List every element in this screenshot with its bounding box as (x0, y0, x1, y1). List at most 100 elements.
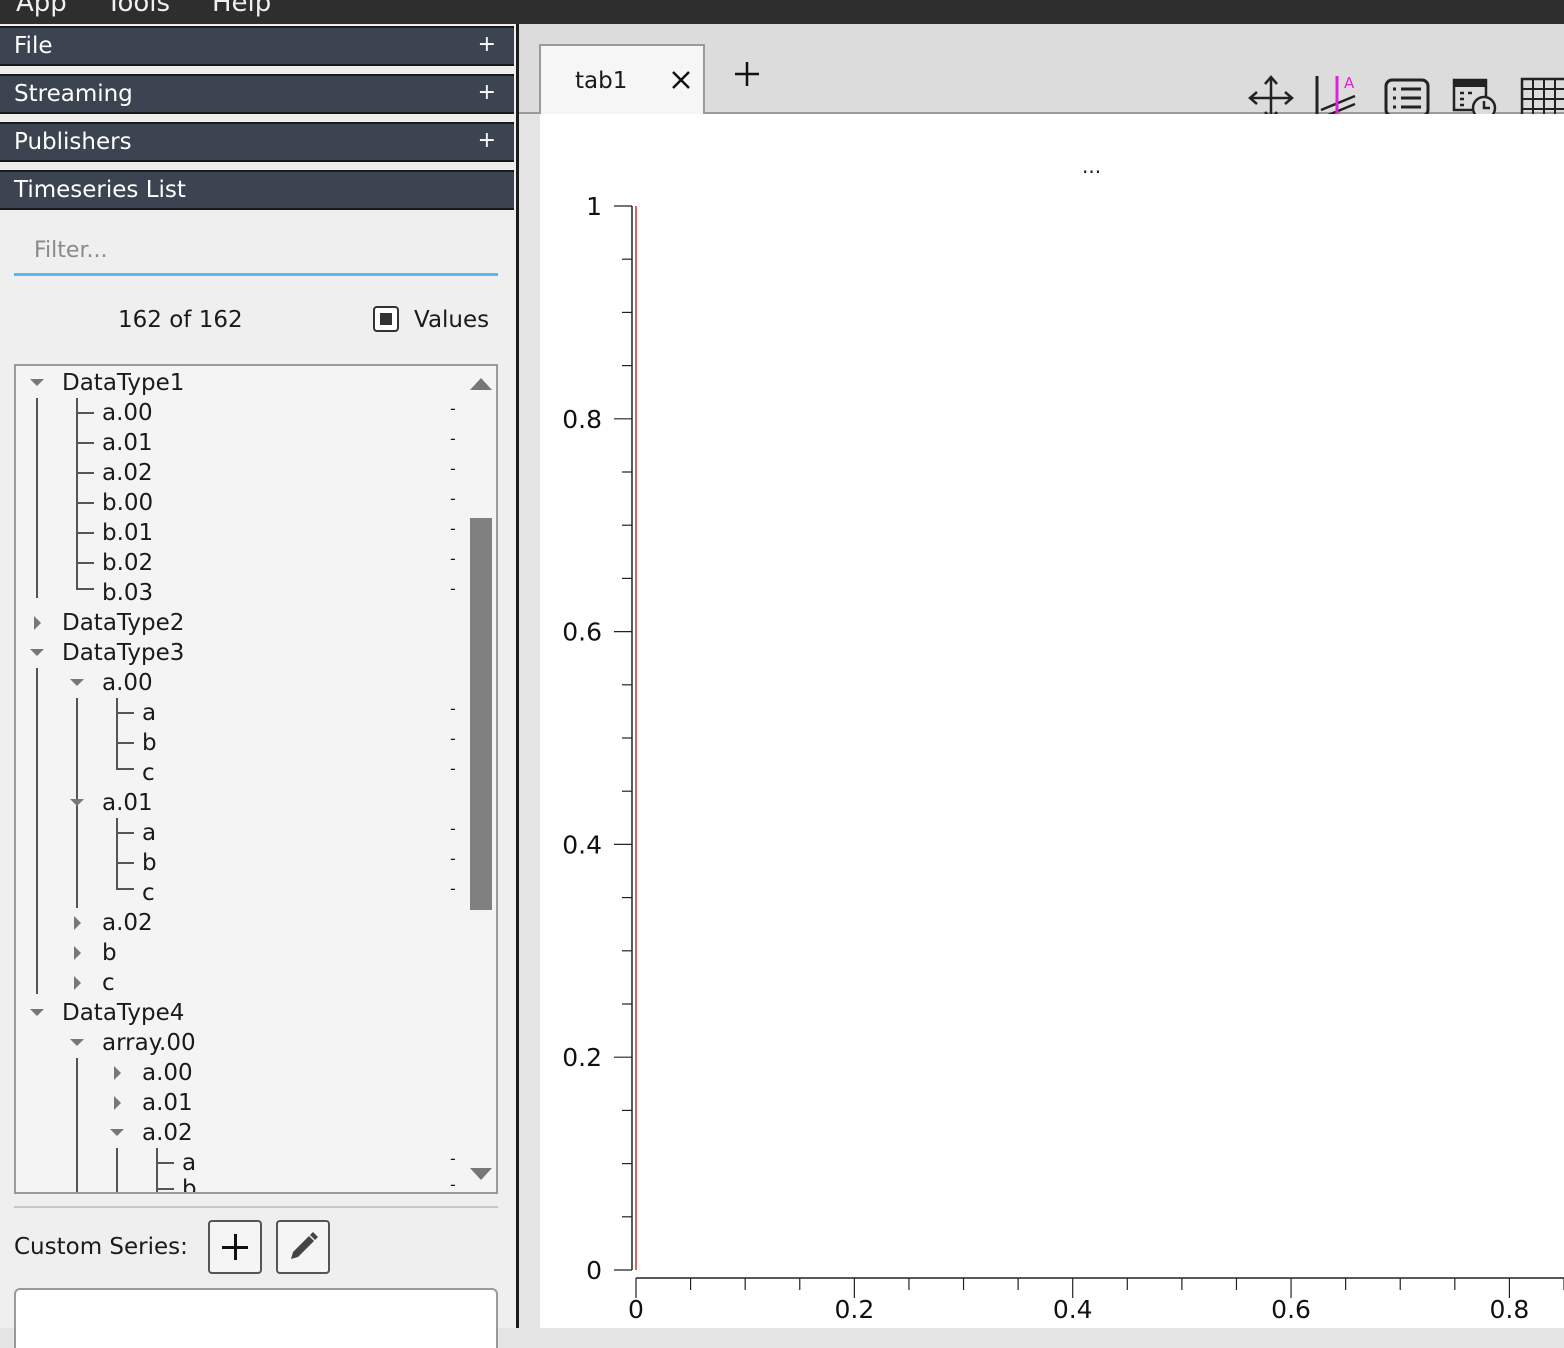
scrollbar-thumb[interactable] (470, 518, 492, 910)
custom-series-list[interactable] (14, 1288, 498, 1348)
tree-item-label: a.01 (102, 430, 153, 456)
tree-item-value: - (450, 549, 456, 568)
expand-arrow-icon[interactable] (74, 916, 81, 930)
tree-item-value: - (450, 459, 456, 478)
tree-item-label: b (102, 940, 117, 966)
expand-arrow-icon[interactable] (74, 946, 81, 960)
tree-item-label: a.02 (142, 1120, 193, 1146)
plot-area[interactable]: ... 0 0.2 0.4 0.6 0.8 1 0 0.2 0.4 0.6 0.8 (540, 114, 1564, 1328)
close-icon[interactable] (669, 68, 693, 92)
tree-item-label: b.02 (102, 550, 154, 576)
tree-item[interactable]: b - (16, 1174, 466, 1192)
custom-series-label: Custom Series: (14, 1234, 188, 1260)
expand-arrow-icon[interactable] (34, 616, 41, 630)
tree-item[interactable]: DataType2 (16, 608, 466, 638)
tree-item[interactable]: c (16, 968, 466, 998)
tree-item-label: a.00 (102, 400, 153, 426)
tree-item[interactable]: a.00 (16, 668, 466, 698)
menu-tools[interactable]: Tools (106, 0, 170, 20)
expand-arrow-icon[interactable] (74, 976, 81, 990)
tree-item-label: DataType3 (62, 640, 185, 666)
tree-item[interactable]: b.02 - (16, 548, 466, 578)
tree-item-label: a.01 (102, 790, 153, 816)
add-tab-icon[interactable] (733, 60, 761, 88)
tree-item-value: - (450, 879, 456, 898)
expand-arrow-icon[interactable] (114, 1096, 121, 1110)
tree-item[interactable]: b.00 - (16, 488, 466, 518)
tree-item[interactable]: a.01 - (16, 428, 466, 458)
tree-item-label: c (142, 760, 155, 786)
scroll-down-arrow-icon[interactable] (470, 1168, 492, 1180)
tree-item[interactable]: DataType1 (16, 368, 466, 398)
tree-item[interactable]: array.00 (16, 1028, 466, 1058)
tree-item-value: - (450, 699, 456, 718)
tree-item-value: - (450, 399, 456, 418)
tree-item-value: - (450, 489, 456, 508)
timeseries-section-header[interactable]: Timeseries List (0, 170, 514, 210)
y-tick-label: 1 (586, 192, 602, 221)
streaming-section-label: Streaming (14, 81, 133, 107)
left-panel: File + Streaming + Publishers + Timeseri… (0, 24, 516, 1348)
publishers-section-header[interactable]: Publishers + (0, 122, 514, 162)
file-section-label: File (14, 33, 53, 59)
expand-icon[interactable]: + (478, 80, 496, 105)
tree-item[interactable]: a - (16, 818, 466, 848)
expand-icon[interactable]: + (478, 128, 496, 153)
tree-item-label: DataType2 (62, 610, 185, 636)
expand-arrow-icon[interactable] (114, 1066, 121, 1080)
tree-item-label: b.00 (102, 490, 154, 516)
tree-item[interactable]: b.01 - (16, 518, 466, 548)
tab-tab1[interactable]: tab1 (539, 44, 705, 114)
panel-splitter[interactable] (516, 24, 519, 1328)
y-tick-label: 0.6 (562, 618, 602, 647)
tree-item-label: b (142, 730, 157, 756)
plot-title: ... (1082, 154, 1102, 178)
tree-item[interactable]: DataType3 (16, 638, 466, 668)
tree-item[interactable]: a.00 (16, 1058, 466, 1088)
x-tick-label: 0.8 (1490, 1295, 1530, 1324)
tree-item[interactable]: c - (16, 878, 466, 908)
tree-item[interactable]: a.00 - (16, 398, 466, 428)
tree-item-label: b.01 (102, 520, 154, 546)
publishers-section-label: Publishers (14, 129, 132, 155)
add-custom-series-button[interactable] (208, 1220, 262, 1274)
menu-help[interactable]: Help (212, 0, 271, 20)
line-chart[interactable]: 0 0.2 0.4 0.6 0.8 1 0 0.2 0.4 0.6 0.8 (540, 114, 1564, 1328)
collapse-arrow-icon[interactable] (30, 1009, 44, 1016)
tree-item[interactable]: b - (16, 848, 466, 878)
collapse-arrow-icon[interactable] (70, 799, 84, 806)
tree-item[interactable]: a.01 (16, 788, 466, 818)
tree-item[interactable]: DataType4 (16, 998, 466, 1028)
tree-item-label: a (142, 700, 157, 726)
streaming-section-header[interactable]: Streaming + (0, 74, 514, 114)
tree-item[interactable]: a - (16, 698, 466, 728)
collapse-arrow-icon[interactable] (30, 649, 44, 656)
collapse-arrow-icon[interactable] (70, 679, 84, 686)
collapse-arrow-icon[interactable] (30, 379, 44, 386)
tree-item-label: DataType1 (62, 370, 185, 396)
expand-icon[interactable]: + (478, 32, 496, 57)
tree-item[interactable]: b - (16, 728, 466, 758)
tree-item-label: b (142, 850, 157, 876)
edit-custom-series-button[interactable] (276, 1220, 330, 1274)
menu-app[interactable]: App (16, 0, 67, 20)
tree-item[interactable]: a.01 (16, 1088, 466, 1118)
timeseries-tree[interactable]: DataType1 a.00 - a.01 - a.02 - b.00 - b.… (14, 364, 498, 1194)
tree-item-label: array.00 (102, 1030, 196, 1056)
filter-input[interactable] (14, 228, 498, 276)
tree-item[interactable]: b (16, 938, 466, 968)
collapse-arrow-icon[interactable] (110, 1129, 124, 1136)
tree-item-label: a (142, 820, 157, 846)
collapse-arrow-icon[interactable] (70, 1039, 84, 1046)
tree-item-value: - (450, 579, 456, 598)
values-checkbox[interactable] (373, 306, 399, 332)
x-tick-label: 0.4 (1053, 1295, 1093, 1324)
tree-item[interactable]: a.02 (16, 1118, 466, 1148)
file-section-header[interactable]: File + (0, 26, 514, 66)
scroll-up-arrow-icon[interactable] (470, 378, 492, 390)
tree-item[interactable]: a.02 (16, 908, 466, 938)
tree-item-label: a.01 (142, 1090, 193, 1116)
tree-item[interactable]: a.02 - (16, 458, 466, 488)
tree-item[interactable]: c - (16, 758, 466, 788)
tree-item[interactable]: b.03 - (16, 578, 466, 608)
